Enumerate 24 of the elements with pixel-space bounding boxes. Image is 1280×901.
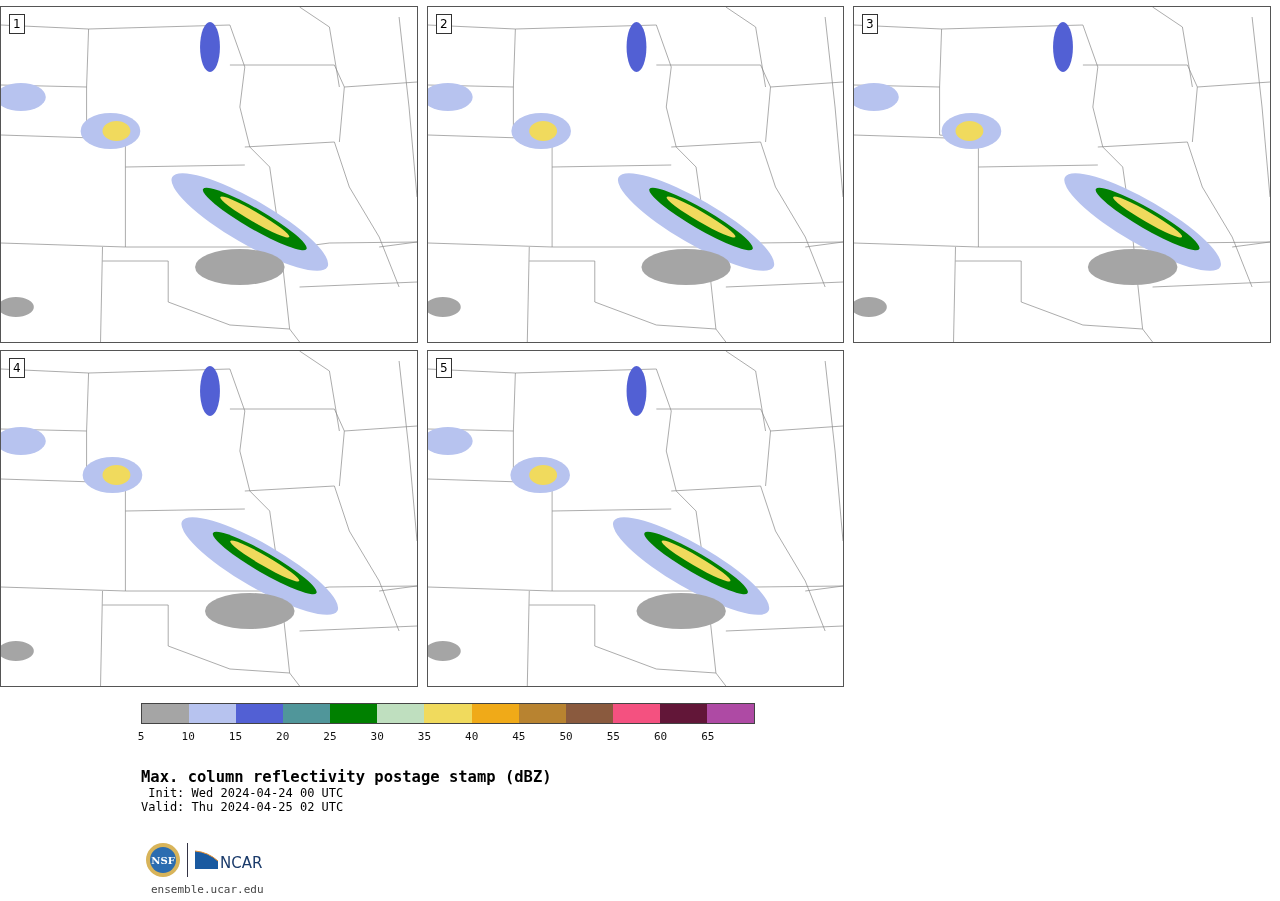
tick-label: 25 <box>323 730 337 743</box>
tick-label: 35 <box>417 730 432 743</box>
nsf-logo: NSF <box>145 842 181 878</box>
chart-title: Max. column reflectivity postage stamp (dBZ) <box>141 768 553 786</box>
website-link[interactable]: ensemble.ucar.edu <box>151 883 264 896</box>
ncar-logo: NCAR <box>194 849 268 871</box>
tick-label: 50 <box>559 730 573 743</box>
init-time: Init: Wed 2024-04-24 00 UTC <box>147 786 345 800</box>
panel-number: 3 <box>862 14 878 34</box>
panel-number: 5 <box>436 358 452 378</box>
tick-label: 30 <box>370 730 384 743</box>
tick-label: 65 <box>701 730 715 743</box>
tick-label: 45 <box>512 730 526 743</box>
tick-label: 55 <box>606 730 620 743</box>
tick-label: 15 <box>228 730 243 743</box>
panel-number: 2 <box>436 14 452 34</box>
valid-time: Valid: Thu 2024-04-25 02 UTC <box>141 800 345 814</box>
panel-number: 1 <box>9 14 25 34</box>
panel-number: 4 <box>9 358 25 378</box>
tick-label: 20 <box>276 730 290 743</box>
tick-label: 40 <box>465 730 479 743</box>
tick-label: 10 <box>181 730 195 743</box>
tick-label: 5 <box>137 730 145 743</box>
tick-label: 60 <box>653 730 668 743</box>
